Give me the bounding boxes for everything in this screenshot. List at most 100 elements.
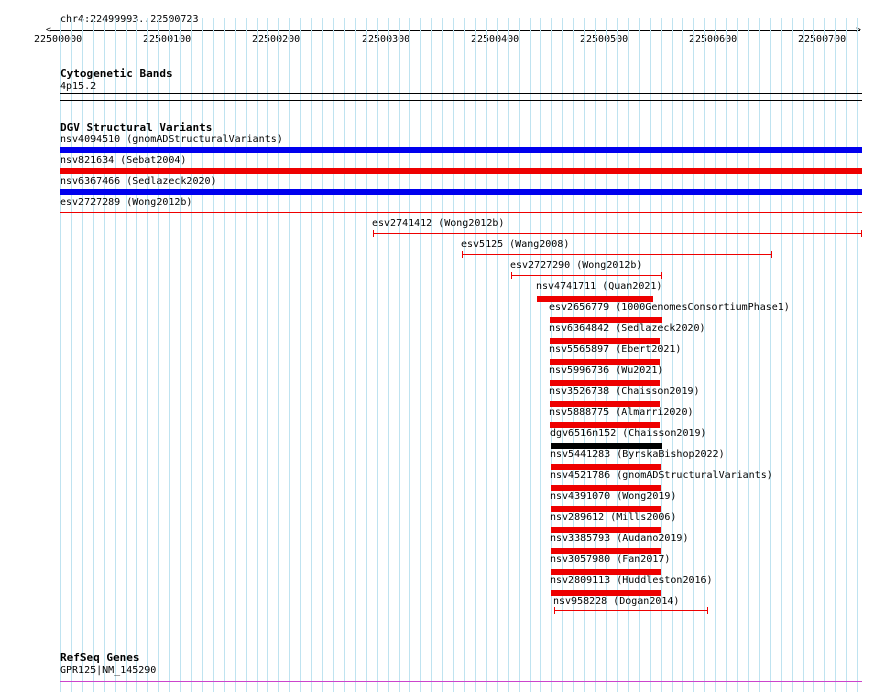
grid-line: [704, 18, 705, 692]
grid-line: [191, 18, 192, 692]
grid-line: [846, 18, 847, 692]
grid-line: [824, 18, 825, 692]
grid-line: [93, 18, 94, 692]
genome-browser-view: { "ruler": { "location": "chr4:22499993.…: [0, 0, 890, 692]
grid-line: [792, 18, 793, 692]
ruler-tick-label: 22500000: [34, 34, 83, 45]
grid-line: [355, 18, 356, 692]
sv-feature-label[interactable]: esv5125 (Wang2008): [461, 239, 569, 251]
sv-feature-glyph[interactable]: [60, 168, 862, 174]
ruler-tick-label: 22500100: [143, 34, 192, 45]
grid-line: [71, 18, 72, 692]
ruler-left-arrow-icon: <: [46, 25, 51, 34]
sv-feature-label[interactable]: nsv4521786 (gnomADStructuralVariants): [550, 470, 773, 482]
grid-line: [366, 18, 367, 692]
grid-line: [464, 18, 465, 692]
sv-feature-label[interactable]: esv2656779 (1000GenomesConsortiumPhase1): [549, 302, 790, 314]
grid-line: [748, 18, 749, 692]
grid-line: [682, 18, 683, 692]
grid-line: [126, 18, 127, 692]
grid-line: [497, 18, 498, 692]
grid-line: [737, 18, 738, 692]
sv-feature-glyph[interactable]: [462, 254, 772, 255]
grid-line: [453, 18, 454, 692]
cytoband-band-bottom: [60, 100, 862, 101]
sv-feature-glyph[interactable]: [60, 189, 862, 195]
grid-line: [726, 18, 727, 692]
ruler-tick-label: 22500300: [362, 34, 411, 45]
grid-line: [300, 18, 301, 692]
grid-line: [82, 18, 83, 692]
grid-line: [759, 18, 760, 692]
sv-feature-glyph[interactable]: [373, 233, 862, 234]
grid-line: [267, 18, 268, 692]
sv-feature-label[interactable]: nsv3526738 (Chaisson2019): [549, 386, 700, 398]
sv-feature-label[interactable]: nsv5441283 (ByrskaBishop2022): [550, 449, 725, 461]
sv-feature-label[interactable]: dgv6516n152 (Chaisson2019): [550, 428, 707, 440]
grid-line: [115, 18, 116, 692]
sv-feature-glyph[interactable]: [60, 147, 862, 153]
sv-feature-label[interactable]: nsv2809113 (Huddleston2016): [550, 575, 713, 587]
sv-feature-label[interactable]: nsv3385793 (Audano2019): [550, 533, 688, 545]
grid-line: [136, 18, 137, 692]
grid-line: [169, 18, 170, 692]
sv-feature-label[interactable]: nsv4094510 (gnomADStructuralVariants): [60, 134, 283, 146]
grid-line: [322, 18, 323, 692]
sv-feature-label[interactable]: nsv5888775 (Almarri2020): [549, 407, 694, 419]
grid-line: [409, 18, 410, 692]
grid-line: [803, 18, 804, 692]
sv-feature-label[interactable]: esv2741412 (Wong2012b): [372, 218, 504, 230]
sv-feature-label[interactable]: nsv6364842 (Sedlazeck2020): [549, 323, 706, 335]
cytoband-track-title[interactable]: Cytogenetic Bands: [60, 68, 173, 80]
grid-line: [202, 18, 203, 692]
grid-line: [420, 18, 421, 692]
grid-line: [180, 18, 181, 692]
sv-feature-label[interactable]: nsv289612 (Mills2006): [550, 512, 676, 524]
grid-line: [835, 18, 836, 692]
ruler-line: [50, 30, 860, 31]
ruler-tick-label: 22500500: [580, 34, 629, 45]
grid-line: [257, 18, 258, 692]
grid-line: [158, 18, 159, 692]
sv-feature-label[interactable]: nsv4391070 (Wong2019): [550, 491, 676, 503]
grid-line: [475, 18, 476, 692]
grid-line: [693, 18, 694, 692]
refseq-track-title[interactable]: RefSeq Genes: [60, 652, 139, 664]
ruler-tick-label: 22500400: [471, 34, 520, 45]
grid-line: [377, 18, 378, 692]
grid-line: [344, 18, 345, 692]
grid-line: [431, 18, 432, 692]
sv-feature-label[interactable]: nsv5996736 (Wu2021): [549, 365, 663, 377]
grid-line: [235, 18, 236, 692]
sv-feature-label[interactable]: nsv4741711 (Quan2021): [536, 281, 662, 293]
refseq-gene-feature[interactable]: [60, 681, 862, 682]
grid-line: [224, 18, 225, 692]
sv-feature-label[interactable]: nsv5565897 (Ebert2021): [549, 344, 681, 356]
sv-feature-glyph[interactable]: [554, 610, 708, 611]
ruler-tick-label: 22500600: [689, 34, 738, 45]
sv-feature-label[interactable]: esv2727289 (Wong2012b): [60, 197, 192, 209]
grid-line: [147, 18, 148, 692]
sv-feature-label[interactable]: nsv821634 (Sebat2004): [60, 155, 186, 167]
dgv-track-title[interactable]: DGV Structural Variants: [60, 122, 212, 134]
sv-feature-glyph[interactable]: [60, 212, 862, 213]
grid-line: [311, 18, 312, 692]
grid-line: [388, 18, 389, 692]
ruler-tick-label: 22500200: [252, 34, 301, 45]
grid-line: [104, 18, 105, 692]
grid-line: [442, 18, 443, 692]
sv-feature-label[interactable]: nsv6367466 (Sedlazeck2020): [60, 176, 217, 188]
sv-feature-label[interactable]: nsv3057980 (Fan2017): [550, 554, 670, 566]
cytoband-band[interactable]: [60, 93, 862, 94]
sv-feature-label[interactable]: esv2727290 (Wong2012b): [510, 260, 642, 272]
grid-line: [289, 18, 290, 692]
grid-line: [540, 18, 541, 692]
sv-feature-glyph[interactable]: [511, 275, 662, 276]
location-label: chr4:22499993..22500723: [60, 14, 199, 25]
grid-line: [213, 18, 214, 692]
refseq-gene-label[interactable]: GPR125|NM_145290: [60, 665, 156, 677]
ruler-tick-label: 22500700: [798, 34, 847, 45]
grid-line: [813, 18, 814, 692]
grid-line: [399, 18, 400, 692]
sv-feature-label[interactable]: nsv958228 (Dogan2014): [553, 596, 679, 608]
